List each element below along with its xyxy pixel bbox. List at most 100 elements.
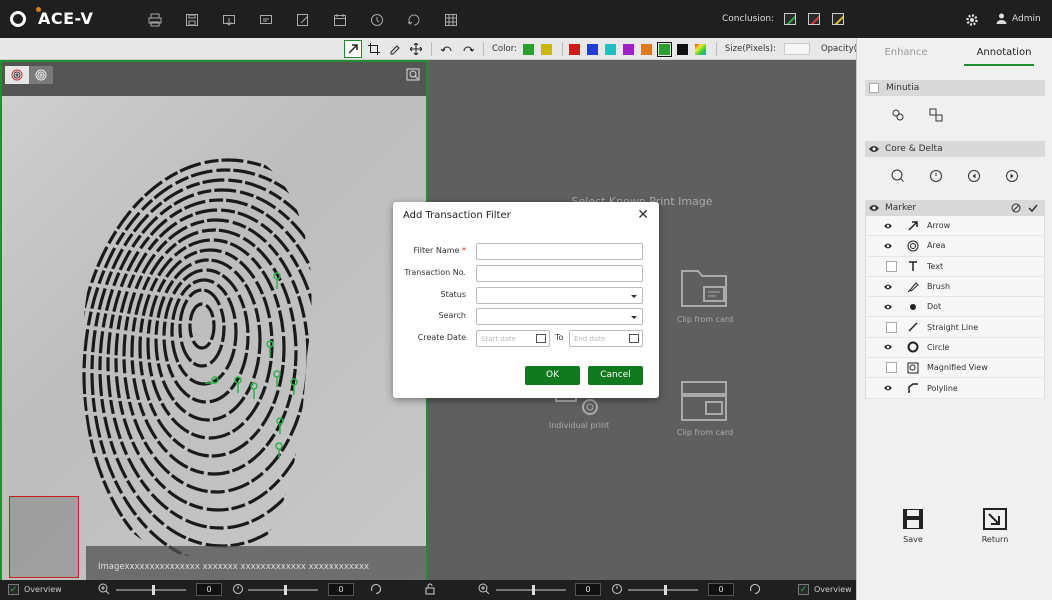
filter-name-input[interactable] <box>476 243 643 260</box>
rotate-icon[interactable] <box>395 12 432 28</box>
status-select[interactable] <box>476 287 643 304</box>
zoom-icon-right[interactable] <box>478 583 490 595</box>
overview-toggle-right[interactable]: ✓ Overview <box>798 584 852 595</box>
print-icon[interactable] <box>136 12 173 28</box>
edit-icon[interactable] <box>284 12 321 28</box>
marker-item-dot[interactable]: Dot <box>865 297 1045 318</box>
tab-annotation[interactable]: Annotation <box>955 38 1052 66</box>
eye-icon[interactable] <box>884 384 892 392</box>
eye-icon[interactable] <box>884 343 892 351</box>
user-menu[interactable]: Admin <box>996 13 1041 24</box>
zoom-value-right[interactable]: 0 <box>575 583 601 596</box>
color-swatch-black[interactable] <box>676 43 688 55</box>
clear-markers-icon[interactable] <box>1011 203 1021 213</box>
minutia-section-header[interactable]: Minutia <box>865 80 1045 96</box>
eye-icon[interactable] <box>869 204 879 212</box>
zoom-slider[interactable] <box>116 585 186 595</box>
overview-thumbnail[interactable] <box>9 496 79 578</box>
reset-icon-right[interactable] <box>749 583 761 595</box>
undo-button[interactable] <box>438 40 456 58</box>
save-icon[interactable] <box>173 12 210 28</box>
marker-item-magnified-view[interactable]: Magnified View <box>865 358 1045 379</box>
save-button[interactable]: Save <box>893 508 933 544</box>
search-select[interactable] <box>476 308 643 325</box>
marker-item-text[interactable]: Text <box>865 256 1045 277</box>
rotate-value-right[interactable]: 0 <box>708 583 734 596</box>
check-icon[interactable] <box>1028 203 1038 213</box>
gear-icon[interactable] <box>965 13 979 27</box>
grid-icon[interactable] <box>432 12 469 28</box>
color-swatch-blue[interactable] <box>586 43 598 55</box>
eye-icon[interactable] <box>884 222 892 230</box>
zoom-value[interactable]: 0 <box>196 583 222 596</box>
visibility-checkbox[interactable] <box>885 260 897 272</box>
calendar-icon[interactable] <box>321 12 358 28</box>
overview-checkbox-right[interactable]: ✓ <box>798 584 809 595</box>
eye-icon[interactable] <box>869 145 879 153</box>
visibility-checkbox[interactable] <box>885 321 897 333</box>
minutia-checkbox[interactable] <box>869 83 879 93</box>
color-swatch-purple[interactable] <box>622 43 634 55</box>
ok-button[interactable]: OK <box>525 366 580 385</box>
color-swatch-cyan[interactable] <box>604 43 616 55</box>
rotate-slider-right[interactable] <box>628 585 698 595</box>
zoom-slider-right[interactable] <box>496 585 566 595</box>
next-icon[interactable] <box>993 165 1031 187</box>
clip-from-card-option-2[interactable]: Clip from card <box>660 380 750 437</box>
history-icon[interactable] <box>358 12 395 28</box>
conclusion-identification-icon[interactable] <box>784 13 796 25</box>
tab-enhance[interactable]: Enhance <box>857 38 955 66</box>
crop-tool-button[interactable] <box>365 40 383 58</box>
eye-icon[interactable] <box>884 283 892 291</box>
zoom-fit-icon[interactable] <box>406 68 420 82</box>
cancel-button[interactable]: Cancel <box>588 366 643 385</box>
color-swatch-orange[interactable] <box>640 43 652 55</box>
rotate-value[interactable]: 0 <box>328 583 354 596</box>
rotate-slider[interactable] <box>248 585 318 595</box>
visibility-checkbox[interactable] <box>885 362 897 374</box>
reset-icon[interactable] <box>370 583 382 595</box>
export-icon[interactable] <box>247 12 284 28</box>
eraser-tool-button[interactable] <box>386 40 404 58</box>
marker-item-arrow[interactable]: Arrow <box>865 216 1045 237</box>
eye-icon[interactable] <box>884 303 892 311</box>
import-icon[interactable] <box>210 12 247 28</box>
color-swatch-green[interactable] <box>522 43 534 55</box>
marker-item-straight-line[interactable]: Straight Line <box>865 317 1045 338</box>
minutia-search-icon[interactable] <box>879 104 917 126</box>
marker-item-area[interactable]: Area <box>865 236 1045 257</box>
move-tool-button[interactable] <box>407 40 425 58</box>
color-swatch-red[interactable] <box>568 43 580 55</box>
marker-item-polyline[interactable]: Polyline <box>865 378 1045 399</box>
minutia-compare-icon[interactable] <box>917 104 955 126</box>
lock-icon[interactable] <box>424 583 436 595</box>
marker-item-brush[interactable]: Brush <box>865 276 1045 298</box>
fingerprint-icon[interactable] <box>29 66 53 84</box>
overview-checkbox[interactable]: ✓ <box>8 584 19 595</box>
color-swatch-selected-green[interactable] <box>656 41 672 57</box>
previous-icon[interactable] <box>955 165 993 187</box>
conclusion-inconclusive-icon[interactable] <box>832 13 844 25</box>
clip-from-card-option[interactable]: Clip from card <box>660 265 750 324</box>
start-date-input[interactable]: Start date <box>476 330 550 347</box>
arrow-tool-button[interactable] <box>344 40 362 58</box>
eye-icon[interactable] <box>884 242 892 250</box>
fingerprint-colored-icon[interactable] <box>5 66 29 84</box>
transaction-no-input[interactable] <box>476 265 643 282</box>
color-picker-icon[interactable] <box>694 43 706 55</box>
marker-section-header[interactable]: Marker <box>865 200 1045 216</box>
color-swatch-olive[interactable] <box>540 43 552 55</box>
core-delta-section-header[interactable]: Core & Delta <box>865 141 1045 157</box>
fingerprint-image[interactable]: Imagexxxxxxxxxxxxxxx xxxxxxx xxxxxxxxxxx… <box>2 96 426 580</box>
conclusion-exclusion-icon[interactable] <box>808 13 820 25</box>
close-icon[interactable]: ✕ <box>637 208 649 222</box>
rotate-slider-icon-right[interactable] <box>611 583 623 595</box>
overview-toggle-left[interactable]: ✓ Overview <box>8 584 62 595</box>
calendar-icon[interactable] <box>629 334 639 343</box>
marker-item-circle[interactable]: Circle <box>865 337 1045 359</box>
end-date-input[interactable]: End date <box>569 330 643 347</box>
rotate-slider-icon[interactable] <box>232 583 244 595</box>
return-button[interactable]: Return <box>975 508 1015 544</box>
size-input[interactable] <box>783 43 810 55</box>
zoom-icon[interactable] <box>98 583 110 595</box>
